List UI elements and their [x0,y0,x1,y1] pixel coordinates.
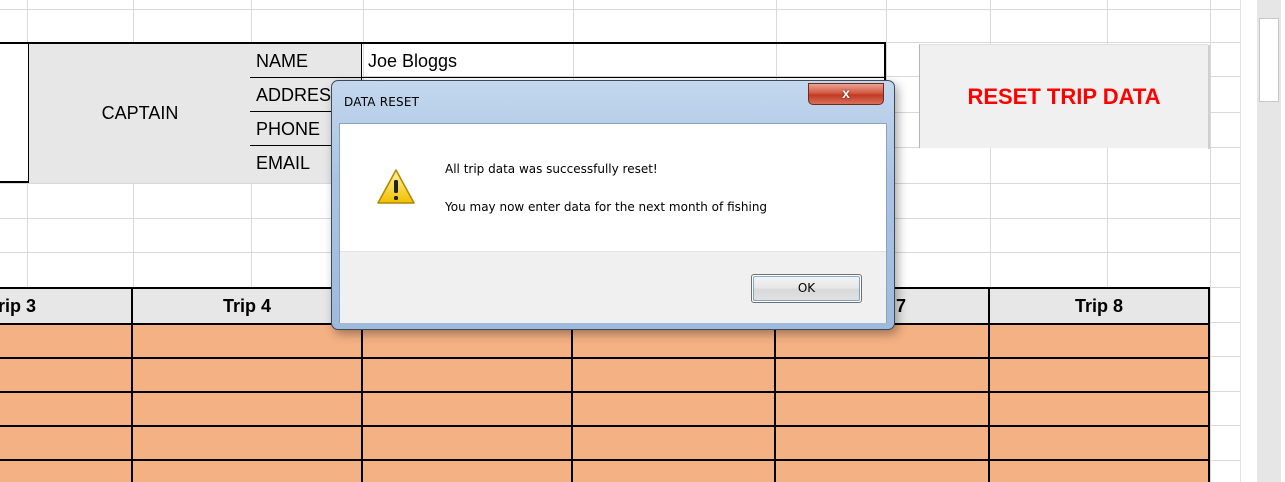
warning-icon [377,169,415,204]
trip-cell[interactable] [363,391,573,425]
trip-cell[interactable] [133,323,363,357]
trip-cell[interactable] [133,357,363,391]
trip-cell[interactable] [363,357,573,391]
close-icon: x [842,85,850,101]
trip-cell[interactable] [990,391,1210,425]
trip-cell[interactable] [776,459,990,482]
captain-label[interactable]: CAPTAIN [28,44,251,183]
name-value[interactable]: Joe Bloggs [362,44,884,78]
trip-cell[interactable] [133,425,363,459]
trip-cell[interactable] [0,459,133,482]
trip-cell[interactable] [990,425,1210,459]
name-label[interactable]: NAME [250,44,362,78]
trip-cell[interactable] [0,391,133,425]
trip-cell[interactable] [133,459,363,482]
dialog-title: DATA RESET [344,95,420,109]
trip-cell[interactable] [573,357,776,391]
trip-cell[interactable] [776,357,990,391]
dialog-message-line-1: All trip data was successfully reset! [445,162,658,176]
trip-cell[interactable] [990,459,1210,482]
trip-4-header[interactable]: Trip 4 [133,287,363,323]
trip-cell[interactable] [0,357,133,391]
trip-cell[interactable] [363,459,573,482]
ok-button[interactable]: OK [751,274,862,303]
trip-3-header[interactable]: Trip 3 [0,287,133,323]
trip-8-header[interactable]: Trip 8 [990,287,1210,323]
trip-cell[interactable] [776,391,990,425]
trip-cell[interactable] [776,425,990,459]
captain-block: CAPTAIN [0,42,252,183]
reset-trip-data-button[interactable]: RESET TRIP DATA [919,44,1210,149]
trip-cell[interactable] [573,391,776,425]
vertical-scrollbar[interactable] [1240,0,1285,482]
scroll-thumb[interactable] [1259,18,1279,102]
dialog-close-button[interactable]: x [808,83,884,105]
trip-cell[interactable] [133,391,363,425]
trip-cell[interactable] [990,323,1210,357]
gridline [0,9,1240,10]
trip-cell[interactable] [990,357,1210,391]
trip-cell[interactable] [573,459,776,482]
data-reset-dialog: DATA RESET x All trip data was successfu… [331,80,895,330]
trip-cell[interactable] [0,323,133,357]
trip-cell[interactable] [573,425,776,459]
dialog-message-line-2: You may now enter data for the next mont… [445,200,768,214]
trip-cell[interactable] [363,425,573,459]
trip-cell[interactable] [0,425,133,459]
dialog-body: All trip data was successfully reset! Yo… [339,123,887,323]
